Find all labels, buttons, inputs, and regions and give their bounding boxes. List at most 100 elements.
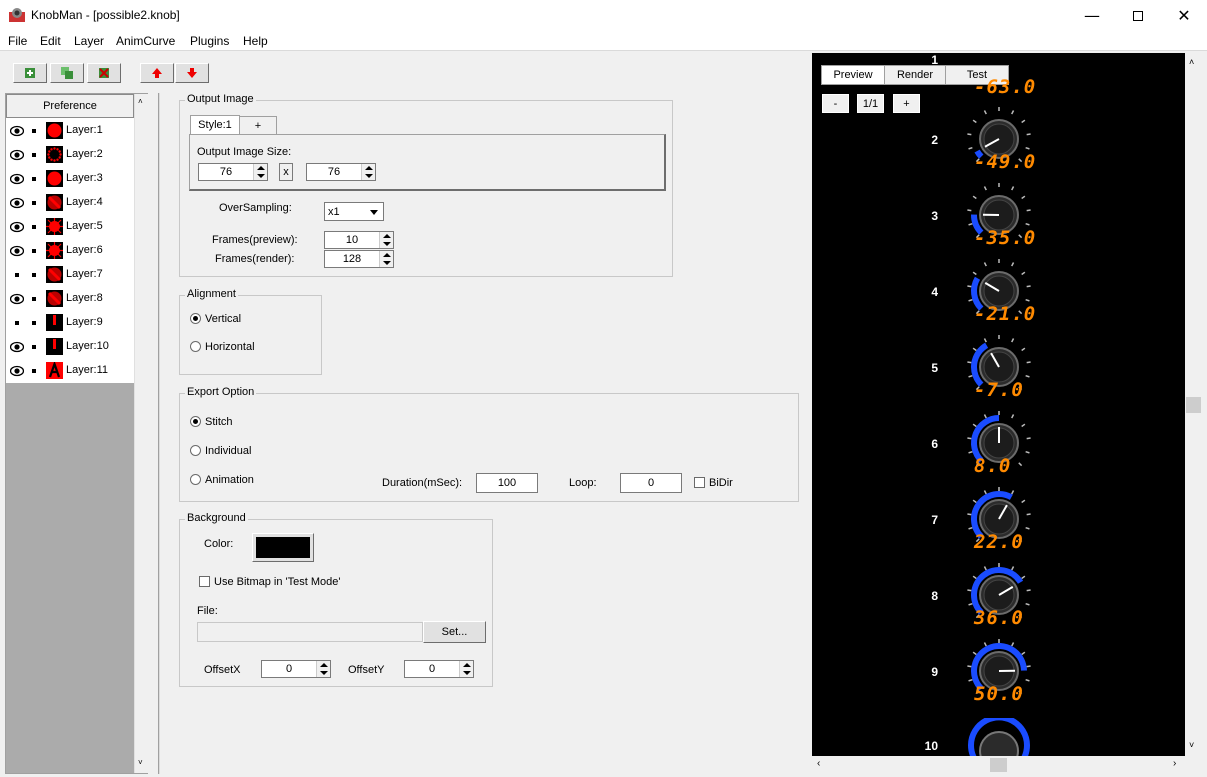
solo-dot-icon[interactable]	[32, 201, 36, 205]
horizontal-radio[interactable]	[190, 341, 201, 352]
menu-animcurve[interactable]: AnimCurve	[116, 34, 175, 48]
oversampling-select[interactable]: x1	[324, 202, 384, 221]
solo-dot-icon[interactable]	[32, 129, 36, 133]
layer-row[interactable]: Layer:6	[6, 239, 134, 263]
style-panel: Output Image Size: 76 x 76	[189, 134, 666, 191]
solo-dot-icon[interactable]	[32, 153, 36, 157]
layer-row[interactable]: Layer:3	[6, 167, 134, 191]
preview-vertical-scrollbar[interactable]: ˄ ˅	[1185, 53, 1203, 756]
eye-icon[interactable]	[10, 293, 24, 305]
height-spinbox[interactable]: 76	[306, 163, 376, 181]
color-swatch-button[interactable]	[252, 533, 314, 562]
menu-help[interactable]: Help	[243, 34, 268, 48]
frame-number: 4	[931, 285, 938, 299]
offsety-spinbox[interactable]: 0	[404, 660, 474, 678]
bidir-label: BiDir	[709, 477, 733, 489]
height-spin-buttons[interactable]	[361, 164, 375, 180]
eye-icon[interactable]	[10, 221, 24, 233]
vertical-radio[interactable]	[190, 313, 201, 324]
menu-layer[interactable]: Layer	[74, 34, 104, 48]
knob-frames: 2 -49.0 3 -35.0 4 -21.0 5 -7.0 6 8.0 7 22.0 8 36.0 9 50…	[812, 53, 1185, 756]
menu-bar: File Edit Layer AnimCurve Plugins Help	[0, 31, 1207, 51]
tab-style-1[interactable]: Style:1	[190, 115, 240, 134]
layer-scrollbar[interactable]: ˄ ˅	[134, 94, 148, 773]
menu-plugins[interactable]: Plugins	[190, 34, 229, 48]
layer-row[interactable]: Layer:9	[6, 311, 134, 335]
maximize-button[interactable]	[1115, 0, 1161, 31]
bidir-checkbox[interactable]	[694, 477, 705, 488]
stitch-radio[interactable]	[190, 416, 201, 427]
solo-dot-icon[interactable]	[32, 369, 36, 373]
animation-radio[interactable]	[190, 474, 201, 485]
offsety-value: 0	[428, 663, 436, 675]
layer-name: Layer:8	[66, 292, 103, 304]
eye-icon[interactable]	[10, 149, 24, 161]
menu-file[interactable]: File	[8, 34, 27, 48]
offsety-spin-buttons[interactable]	[459, 661, 473, 677]
use-bitmap-checkbox[interactable]	[199, 576, 210, 587]
layer-row[interactable]: Layer:8	[6, 287, 134, 311]
layer-row[interactable]: Layer:4	[6, 191, 134, 215]
solo-dot-icon[interactable]	[32, 177, 36, 181]
eye-icon[interactable]	[10, 173, 24, 185]
layer-row[interactable]: Layer:5	[6, 215, 134, 239]
layer-row[interactable]: Layer:1	[6, 119, 134, 143]
layer-name: Layer:7	[66, 268, 103, 280]
duration-input[interactable]: 100	[476, 473, 538, 493]
layer-row[interactable]: Layer:10	[6, 335, 134, 359]
delete-layer-button[interactable]	[87, 63, 121, 83]
scroll-down-icon[interactable]: ˅	[138, 758, 143, 767]
solo-dot-icon[interactable]	[32, 321, 36, 325]
frames-render-spinbox[interactable]: 128	[324, 250, 394, 268]
window-title: KnobMan - [possible2.knob]	[31, 8, 180, 22]
frames-render-spin-buttons[interactable]	[379, 251, 393, 267]
vertical-scroll-thumb[interactable]	[1186, 397, 1201, 413]
eye-icon[interactable]	[10, 341, 24, 353]
layer-name: Layer:4	[66, 196, 103, 208]
layer-row[interactable]: Layer:7	[6, 263, 134, 287]
eye-icon[interactable]	[10, 365, 24, 377]
preview-horizontal-scrollbar[interactable]: ‹ ›	[812, 756, 1185, 774]
width-spin-buttons[interactable]	[253, 164, 267, 180]
layer-thumbnail	[46, 338, 63, 355]
scroll-up-icon[interactable]: ˄	[1189, 57, 1194, 67]
preference-tab[interactable]: Preference	[6, 94, 134, 118]
hidden-dot-icon[interactable]	[15, 273, 19, 277]
eye-icon[interactable]	[10, 197, 24, 209]
solo-dot-icon[interactable]	[32, 345, 36, 349]
duplicate-layer-button[interactable]	[50, 63, 84, 83]
add-layer-button[interactable]	[13, 63, 47, 83]
file-path-field[interactable]	[197, 622, 423, 642]
scroll-right-icon[interactable]: ›	[1173, 758, 1176, 769]
scroll-down-icon[interactable]: ˅	[1189, 740, 1194, 750]
scroll-left-icon[interactable]: ‹	[817, 758, 820, 769]
set-file-button[interactable]: Set...	[423, 621, 486, 643]
layer-row[interactable]: Layer:2	[6, 143, 134, 167]
offsetx-spinbox[interactable]: 0	[261, 660, 331, 678]
solo-dot-icon[interactable]	[32, 249, 36, 253]
move-layer-up-button[interactable]	[140, 63, 174, 83]
panel-splitter[interactable]	[158, 93, 160, 774]
tab-add-style[interactable]: +	[239, 116, 277, 134]
solo-dot-icon[interactable]	[32, 273, 36, 277]
background-group: Background Color: Use Bitmap in 'Test Mo…	[179, 512, 493, 687]
offsetx-spin-buttons[interactable]	[316, 661, 330, 677]
minimize-button[interactable]: —	[1069, 0, 1115, 31]
hidden-dot-icon[interactable]	[15, 321, 19, 325]
solo-dot-icon[interactable]	[32, 297, 36, 301]
horizontal-label: Horizontal	[205, 341, 255, 353]
frames-preview-spinbox[interactable]: 10	[324, 231, 394, 249]
width-spinbox[interactable]: 76	[198, 163, 268, 181]
move-layer-down-button[interactable]	[175, 63, 209, 83]
loop-input[interactable]: 0	[620, 473, 682, 493]
layer-row[interactable]: Layer:11	[6, 359, 134, 383]
eye-icon[interactable]	[10, 245, 24, 257]
close-button[interactable]: ✕	[1161, 0, 1207, 31]
frames-preview-spin-buttons[interactable]	[379, 232, 393, 248]
solo-dot-icon[interactable]	[32, 225, 36, 229]
horizontal-scroll-thumb[interactable]	[990, 758, 1007, 772]
menu-edit[interactable]: Edit	[40, 34, 61, 48]
eye-icon[interactable]	[10, 125, 24, 137]
individual-radio[interactable]	[190, 445, 201, 456]
scroll-up-icon[interactable]: ˄	[138, 97, 143, 106]
